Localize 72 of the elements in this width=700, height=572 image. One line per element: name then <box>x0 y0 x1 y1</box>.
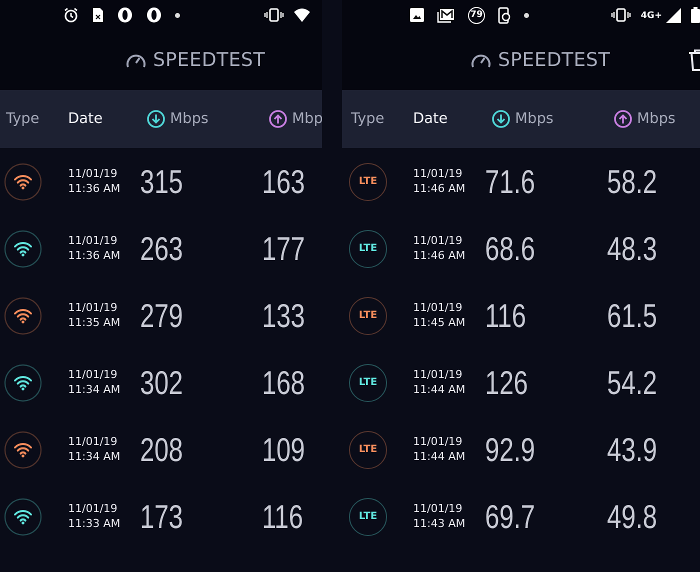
download-speed: 71.6 <box>485 162 536 200</box>
test-date: 11/01/19 11:43 AM <box>413 502 466 531</box>
lte-badge: LTE <box>349 498 387 536</box>
upload-speed: 61.5 <box>607 296 658 334</box>
lte-badge: LTE <box>349 162 387 200</box>
test-date: 11/01/19 11:45 AM <box>413 301 466 330</box>
test-date: 11/01/19 11:36 AM <box>68 167 122 196</box>
download-column-header[interactable]: Mbps <box>515 111 554 127</box>
upload-speed: 163 <box>262 162 305 200</box>
lte-badge: LTE <box>349 296 387 334</box>
lte-badge: LTE <box>349 364 387 402</box>
download-column-header[interactable]: Mbps <box>170 111 208 127</box>
date-column-header[interactable]: Date <box>68 111 140 127</box>
download-speed: 208 <box>140 430 183 468</box>
date-column-header[interactable]: Date <box>413 111 485 127</box>
upload-column-header[interactable]: Mbp <box>292 111 322 127</box>
image-icon <box>410 8 424 22</box>
download-speed: 68.6 <box>485 230 536 268</box>
test-date: 11/01/19 11:34 AM <box>68 435 122 464</box>
network-type: 4G+ <box>640 11 662 21</box>
download-speed: 116 <box>485 296 526 334</box>
test-date: 11/01/19 11:44 AM <box>413 368 466 397</box>
upload-icon <box>269 110 287 128</box>
download-speed: 263 <box>140 230 183 268</box>
vibrate-icon <box>264 8 284 22</box>
vibrate-icon <box>610 8 631 22</box>
lte-badge: LTE <box>349 230 387 268</box>
battery-icon <box>691 7 700 23</box>
test-date: 11/01/19 11:44 AM <box>413 435 466 464</box>
dot-icon <box>175 12 180 18</box>
test-date: 11/01/19 11:35 AM <box>68 301 122 330</box>
notification-count: 79 <box>468 6 485 24</box>
upload-speed: 58.2 <box>607 162 658 200</box>
phone-icon <box>498 6 511 24</box>
download-speed: 173 <box>140 498 183 536</box>
upload-speed: 43.9 <box>607 430 658 468</box>
download-speed: 126 <box>485 364 528 402</box>
test-date: 11/01/19 11:34 AM <box>68 368 122 397</box>
signal-icon <box>666 8 681 22</box>
upload-icon <box>614 110 632 128</box>
type-column-header[interactable]: Type <box>345 111 413 127</box>
test-date: 11/01/19 11:46 AM <box>413 167 466 196</box>
upload-column-header[interactable]: Mbps <box>637 111 676 127</box>
wifi-icon <box>294 8 310 22</box>
download-speed: 302 <box>140 364 183 402</box>
sim-card-icon <box>92 7 104 23</box>
download-speed: 315 <box>140 162 183 200</box>
upload-speed: 168 <box>262 364 305 402</box>
type-column-header[interactable]: Type <box>0 111 68 127</box>
upload-speed: 177 <box>262 230 305 268</box>
download-speed: 69.7 <box>485 498 536 536</box>
test-date: 11/01/19 11:36 AM <box>68 234 122 263</box>
download-speed: 279 <box>140 296 183 334</box>
dot-icon <box>524 12 529 18</box>
upload-speed: 54.2 <box>607 364 658 402</box>
test-date: 11/01/19 11:33 AM <box>68 502 122 531</box>
download-icon <box>147 110 165 128</box>
upload-speed: 133 <box>262 296 305 334</box>
app-title: SPEEDTEST <box>498 49 610 71</box>
opera-icon <box>146 7 162 23</box>
opera-icon <box>117 7 133 23</box>
upload-speed: 49.8 <box>607 498 658 536</box>
test-date: 11/01/19 11:46 AM <box>413 234 466 263</box>
app-title: SPEEDTEST <box>153 49 266 71</box>
upload-speed: 116 <box>262 498 304 536</box>
download-speed: 92.9 <box>485 430 536 468</box>
upload-speed: 109 <box>262 430 305 468</box>
lte-badge: LTE <box>349 430 387 468</box>
download-icon <box>492 110 510 128</box>
mail-icon <box>437 8 455 22</box>
alarm-icon <box>63 7 79 23</box>
upload-speed: 48.3 <box>607 230 658 268</box>
